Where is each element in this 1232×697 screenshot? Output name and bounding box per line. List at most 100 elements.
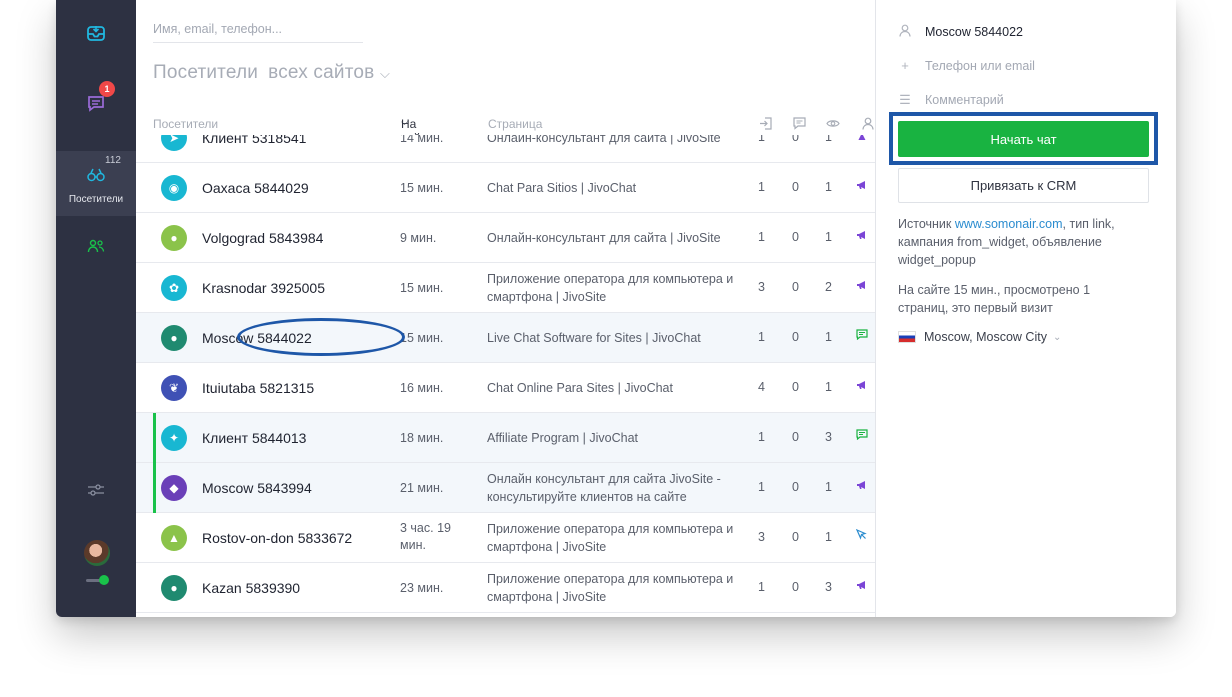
table-row[interactable]: ➤ Клиент 5318541 14 мин. Онлайн-консульт… xyxy=(136,135,875,163)
visitor-entries: 4 xyxy=(758,380,765,394)
app-window: 1 112 Посетители Имя, email, телефон... … xyxy=(56,0,1176,617)
compass-icon: ◉ xyxy=(161,175,187,201)
visit-info: На сайте 15 мин., просмотрено 1 страниц,… xyxy=(898,283,1091,315)
visitor-page: Онлайн-консультант для сайта | JivoSite xyxy=(487,231,721,245)
apple-icon: ● xyxy=(161,225,187,251)
visitor-entries: 3 xyxy=(758,530,765,544)
visitor-views: 1 xyxy=(825,135,832,144)
bell-icon: ▲ xyxy=(161,525,187,551)
person-icon xyxy=(862,117,874,133)
visitor-name: Kazan 5839390 xyxy=(202,580,301,596)
megaphone-icon[interactable] xyxy=(856,229,867,243)
visitor-messages: 0 xyxy=(792,135,799,144)
visitor-messages: 0 xyxy=(792,180,799,194)
visitor-page: Live Chat Software for Sites | JivoChat xyxy=(487,331,701,345)
megaphone-icon[interactable] xyxy=(856,579,867,593)
visitor-views: 3 xyxy=(825,430,832,444)
chats-icon[interactable] xyxy=(56,92,136,114)
location-selector[interactable]: Moscow, Moscow City ⌄ xyxy=(898,330,1061,344)
visitor-views: 1 xyxy=(825,530,832,544)
unread-badge: 1 xyxy=(99,81,115,97)
plus-icon: + xyxy=(901,58,909,73)
visitor-time: 14 мин. xyxy=(400,135,444,145)
person-icon xyxy=(898,24,912,40)
visitor-views: 1 xyxy=(825,230,832,244)
visitor-views: 1 xyxy=(825,180,832,194)
binoculars-icon xyxy=(56,166,136,184)
visitor-messages: 0 xyxy=(792,330,799,344)
chat-bubble-icon[interactable] xyxy=(856,329,868,343)
visitor-name: Ituiutaba 5821315 xyxy=(202,380,315,396)
megaphone-icon[interactable] xyxy=(856,279,867,293)
megaphone-icon[interactable] xyxy=(856,479,867,493)
page-title: Посетители всех сайтов ⌵ xyxy=(153,62,390,84)
visitor-time: 15 мин. xyxy=(400,331,444,345)
source-prefix: Источник xyxy=(898,217,955,231)
visitor-name-field[interactable]: Moscow 5844022 xyxy=(898,24,1023,40)
settings-sliders-icon[interactable] xyxy=(56,480,136,500)
sidebar: 1 112 Посетители xyxy=(56,0,136,617)
avatar[interactable] xyxy=(84,540,110,566)
chat-bubble-icon[interactable] xyxy=(856,429,868,443)
visitor-entries: 1 xyxy=(758,580,765,594)
inbox-icon[interactable] xyxy=(56,22,136,44)
table-row[interactable]: ▲ Rostov-on-don 5833672 3 час. 19 мин. П… xyxy=(136,513,875,563)
sidebar-visitors-label: Посетители xyxy=(68,194,124,205)
search-input[interactable]: Имя, email, телефон... xyxy=(153,22,363,43)
highlight-oval xyxy=(237,318,405,356)
contact-field[interactable]: + Телефон или email xyxy=(898,58,1035,73)
visitor-name: Volgograd 5843984 xyxy=(202,230,324,246)
visitor-messages: 0 xyxy=(792,480,799,494)
team-icon[interactable] xyxy=(56,236,136,256)
megaphone-icon[interactable] xyxy=(856,379,867,393)
table-row[interactable]: ● Kazan 5839390 23 мин. Приложение опера… xyxy=(136,563,875,613)
table-row[interactable]: ◆ Moscow 5843994 21 мин. Онлайн консульт… xyxy=(136,463,875,513)
visitor-time: 18 мин. xyxy=(400,431,444,445)
views-eye-icon xyxy=(826,117,840,133)
sites-filter-select[interactable]: всех сайтов ⌵ xyxy=(268,62,390,83)
megaphone-icon[interactable]: ▲ xyxy=(856,135,868,143)
table-row[interactable]: ◉ Oaxaca 5844029 15 мин. Chat Para Sitio… xyxy=(136,163,875,213)
owl-icon: ✿ xyxy=(161,275,187,301)
table-row[interactable]: ● Volgograd 5843984 9 мин. Онлайн-консул… xyxy=(136,213,875,263)
visitor-time: 23 мин. xyxy=(400,581,444,595)
link-crm-button[interactable]: Привязать к CRM xyxy=(898,168,1149,203)
visitor-name: Клиент 5844013 xyxy=(202,430,307,446)
visitor-page: Chat Para Sitios | JivoChat xyxy=(487,181,637,195)
visitor-time: 9 мин. xyxy=(400,231,437,245)
visitor-messages: 0 xyxy=(792,280,799,294)
table-row[interactable]: ✦ Клиент 5844013 18 мин. Affiliate Progr… xyxy=(136,413,875,463)
highlight-frame xyxy=(889,112,1158,165)
visitor-time: 15 мин. xyxy=(400,181,444,195)
visitor-page: Приложение оператора для компьютера и см… xyxy=(487,522,734,554)
comment-field[interactable]: ☰ Комментарий xyxy=(898,92,1004,108)
sites-filter-label: всех сайтов xyxy=(268,62,375,83)
cursor-icon[interactable] xyxy=(855,528,867,543)
visitor-views: 3 xyxy=(825,580,832,594)
location-text: Moscow, Moscow City xyxy=(924,330,1047,344)
visitor-entries: 1 xyxy=(758,430,765,444)
visitor-page: Приложение оператора для компьютера и см… xyxy=(487,572,734,604)
visitor-entries: 1 xyxy=(758,480,765,494)
table-row[interactable]: ✿ Krasnodar 3925005 15 мин. Приложение о… xyxy=(136,263,875,313)
visitor-views: 1 xyxy=(825,330,832,344)
visitor-time: 16 мин. xyxy=(400,381,444,395)
megaphone-icon[interactable] xyxy=(856,179,867,193)
chevron-down-icon: ⌵ xyxy=(379,66,390,81)
sort-chevron-icon: ⌵ xyxy=(401,117,408,127)
visitor-messages: 0 xyxy=(792,580,799,594)
visitor-views: 1 xyxy=(825,380,832,394)
table-row[interactable]: ❦ Ituiutaba 5821315 16 мин. Chat Online … xyxy=(136,363,875,413)
visitor-page: Chat Online Para Sites | JivoChat xyxy=(487,381,673,395)
status-online-indicator[interactable] xyxy=(99,575,109,585)
col-page: Страница xyxy=(488,117,543,131)
source-link[interactable]: www.somonair.com xyxy=(955,217,1063,231)
visitor-entries: 3 xyxy=(758,280,765,294)
diamond-icon: ◆ xyxy=(161,475,187,501)
visitor-avatar-icon: ➤ xyxy=(161,135,187,151)
visitor-name: Krasnodar 3925005 xyxy=(202,280,325,296)
chevron-down-icon: ⌄ xyxy=(1052,331,1062,343)
visitor-details-panel: Moscow 5844022 + Телефон или email ☰ Ком… xyxy=(875,0,1176,617)
visitors-count: 112 xyxy=(105,155,121,166)
comment-placeholder: Комментарий xyxy=(925,93,1004,107)
